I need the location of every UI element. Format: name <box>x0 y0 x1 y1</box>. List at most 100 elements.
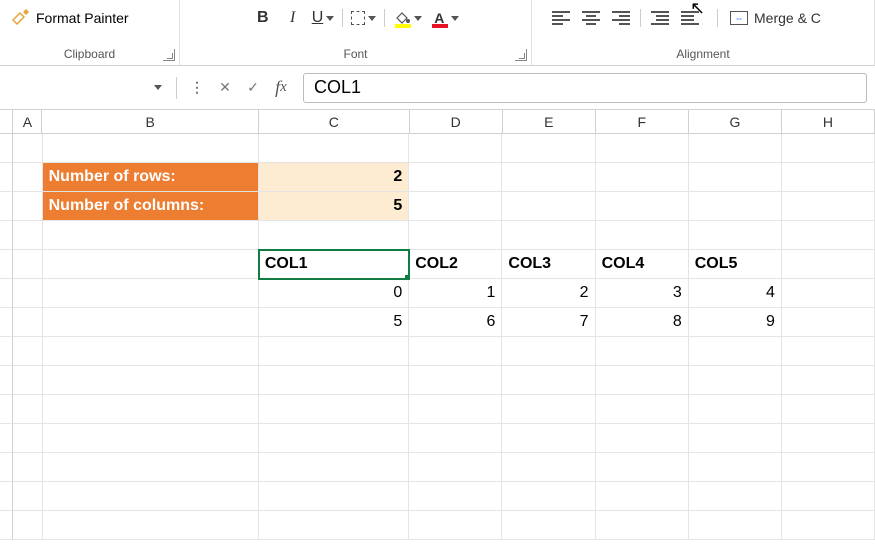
cell[interactable] <box>502 221 595 250</box>
cell[interactable] <box>689 192 782 221</box>
cell[interactable] <box>43 395 259 424</box>
cell[interactable] <box>13 395 42 424</box>
cell-header-col4[interactable]: COL4 <box>596 250 689 279</box>
col-header[interactable]: G <box>689 110 782 133</box>
cell[interactable] <box>596 221 689 250</box>
cell-data[interactable]: 9 <box>689 308 782 337</box>
cell[interactable] <box>782 337 875 366</box>
cell[interactable] <box>409 424 502 453</box>
cell[interactable] <box>596 134 689 163</box>
col-header[interactable]: C <box>259 110 410 133</box>
font-color-button[interactable]: A <box>430 7 459 29</box>
cell-header-col3[interactable]: COL3 <box>502 250 595 279</box>
cell[interactable] <box>13 192 42 221</box>
cell[interactable] <box>596 163 689 192</box>
cell[interactable] <box>259 511 409 540</box>
cell-data[interactable]: 2 <box>502 279 595 308</box>
font-dialog-launcher[interactable] <box>515 49 527 61</box>
borders-button[interactable] <box>351 7 376 29</box>
cell[interactable] <box>782 395 875 424</box>
cell-rows-label[interactable]: Number of rows: <box>43 163 259 192</box>
cell[interactable] <box>596 453 689 482</box>
cell[interactable] <box>689 453 782 482</box>
row-header[interactable] <box>0 337 13 366</box>
cell-data[interactable]: 8 <box>596 308 689 337</box>
cell[interactable] <box>13 221 42 250</box>
bold-button[interactable]: B <box>252 7 274 29</box>
cell[interactable] <box>43 453 259 482</box>
cell[interactable] <box>259 337 409 366</box>
cell[interactable] <box>596 192 689 221</box>
name-box[interactable] <box>8 74 168 102</box>
row-header[interactable] <box>0 453 13 482</box>
cell-header-col1[interactable]: COL1 <box>259 250 409 279</box>
row-header[interactable] <box>0 221 13 250</box>
cell[interactable] <box>409 134 502 163</box>
cell[interactable] <box>409 192 502 221</box>
cell[interactable] <box>502 163 595 192</box>
cell[interactable] <box>13 308 42 337</box>
cell[interactable] <box>502 453 595 482</box>
cell[interactable] <box>596 424 689 453</box>
row-header[interactable] <box>0 163 13 192</box>
cell[interactable] <box>782 221 875 250</box>
cell[interactable] <box>502 337 595 366</box>
cell[interactable] <box>13 482 42 511</box>
align-center-button[interactable] <box>580 7 602 29</box>
cell[interactable] <box>502 424 595 453</box>
col-header[interactable]: A <box>13 110 42 133</box>
formula-input[interactable] <box>303 73 867 103</box>
cell[interactable] <box>259 134 409 163</box>
cell[interactable] <box>409 366 502 395</box>
cell[interactable] <box>259 395 409 424</box>
cell[interactable] <box>502 134 595 163</box>
cell[interactable] <box>782 424 875 453</box>
cell[interactable] <box>43 337 259 366</box>
cell[interactable] <box>782 482 875 511</box>
cell[interactable] <box>259 221 409 250</box>
cell[interactable] <box>43 482 259 511</box>
cell[interactable] <box>502 192 595 221</box>
cell[interactable] <box>43 250 259 279</box>
increase-indent-button[interactable] <box>679 7 701 29</box>
cell[interactable] <box>13 279 42 308</box>
cell[interactable] <box>596 337 689 366</box>
cell-header-col5[interactable]: COL5 <box>689 250 782 279</box>
cell[interactable] <box>689 511 782 540</box>
col-header[interactable]: F <box>596 110 689 133</box>
cell-cols-value[interactable]: 5 <box>259 192 409 221</box>
cell[interactable] <box>409 482 502 511</box>
cell[interactable] <box>782 366 875 395</box>
cell[interactable] <box>409 163 502 192</box>
select-all-corner[interactable] <box>0 110 13 133</box>
cell[interactable] <box>409 511 502 540</box>
cell[interactable] <box>13 366 42 395</box>
cell[interactable] <box>43 221 259 250</box>
cell[interactable] <box>782 279 875 308</box>
row-header[interactable] <box>0 395 13 424</box>
cell-data[interactable]: 5 <box>259 308 409 337</box>
cell[interactable] <box>596 366 689 395</box>
col-header[interactable]: H <box>782 110 875 133</box>
cell-data[interactable]: 1 <box>409 279 502 308</box>
col-header[interactable]: B <box>42 110 259 133</box>
cell[interactable] <box>409 221 502 250</box>
cell[interactable] <box>502 366 595 395</box>
cell[interactable] <box>782 511 875 540</box>
cell[interactable] <box>689 163 782 192</box>
cell[interactable] <box>596 395 689 424</box>
cell-rows-value[interactable]: 2 <box>259 163 409 192</box>
cell-cols-label[interactable]: Number of columns: <box>43 192 259 221</box>
cell[interactable] <box>259 482 409 511</box>
cancel-formula-button[interactable]: ✕ <box>213 76 237 100</box>
row-header[interactable] <box>0 308 13 337</box>
cell[interactable] <box>13 511 42 540</box>
cell[interactable] <box>43 134 259 163</box>
cell[interactable] <box>502 511 595 540</box>
cell[interactable] <box>689 366 782 395</box>
cell[interactable] <box>259 453 409 482</box>
cell[interactable] <box>259 366 409 395</box>
cell-data[interactable]: 6 <box>409 308 502 337</box>
cell[interactable] <box>13 453 42 482</box>
cell[interactable] <box>259 424 409 453</box>
